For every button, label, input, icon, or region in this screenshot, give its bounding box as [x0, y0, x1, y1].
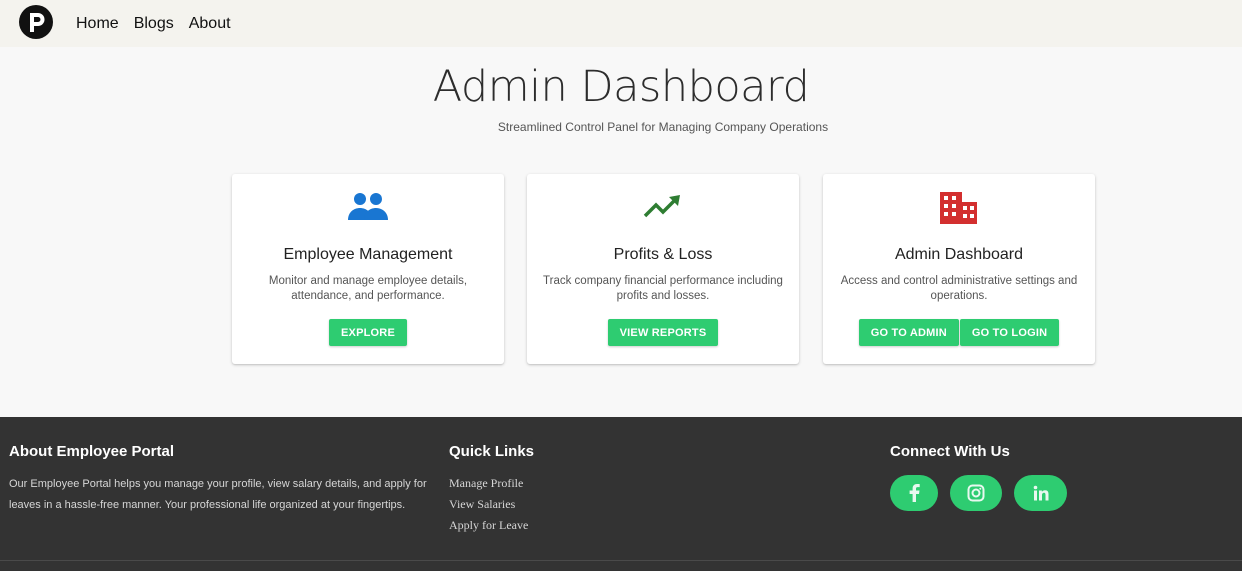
manage-profile-link[interactable]: Manage Profile — [449, 473, 534, 494]
trending-up-icon — [527, 190, 799, 226]
footer-about-text: Our Employee Portal helps you manage you… — [9, 478, 427, 511]
card-buttons: GO TO ADMIN GO TO LOGIN — [823, 319, 1095, 346]
go-to-admin-button[interactable]: GO TO ADMIN — [858, 319, 959, 346]
footer-divider — [0, 560, 1242, 561]
card-title: Employee Management — [283, 246, 453, 263]
footer: About Employee Portal Our Employee Porta… — [0, 417, 1242, 571]
facebook-icon[interactable] — [890, 475, 938, 511]
linkedin-icon[interactable] — [1014, 475, 1067, 511]
apply-for-leave-link[interactable]: Apply for Leave — [449, 515, 534, 536]
view-reports-button[interactable]: VIEW REPORTS — [607, 319, 719, 346]
explore-button[interactable]: EXPLORE — [329, 319, 407, 346]
nav-about-link[interactable]: About — [189, 14, 231, 34]
card-title: Profits & Loss — [613, 246, 713, 263]
card-buttons: EXPLORE — [232, 319, 504, 346]
footer-links-heading: Quick Links — [449, 443, 535, 460]
building-icon — [823, 190, 1095, 226]
card-description: Access and control administrative settin… — [840, 275, 1078, 302]
nav-home-link[interactable]: Home — [76, 14, 119, 34]
instagram-icon[interactable] — [950, 475, 1002, 511]
card-description: Track company financial performance incl… — [543, 275, 783, 302]
footer-about-heading: About Employee Portal — [9, 443, 175, 460]
page-title: Admin Dashboard — [432, 62, 810, 112]
social-buttons — [890, 475, 1067, 511]
go-to-login-button[interactable]: GO TO LOGIN — [959, 319, 1060, 346]
card-description: Monitor and manage employee details, att… — [268, 275, 468, 302]
navbar: Home Blogs About — [0, 0, 1242, 47]
page-subtitle: Streamlined Control Panel for Managing C… — [497, 120, 829, 134]
card-buttons: VIEW REPORTS — [527, 319, 799, 346]
nav-blogs-link[interactable]: Blogs — [134, 14, 174, 34]
footer-connect-heading: Connect With Us — [890, 443, 1010, 460]
profits-loss-card: Profits & Loss Track company financial p… — [527, 174, 799, 364]
view-salaries-link[interactable]: View Salaries — [449, 494, 534, 515]
footer-connect-section: Connect With Us — [890, 443, 1067, 511]
card-title: Admin Dashboard — [894, 246, 1024, 263]
footer-quick-links-section: Quick Links Manage Profile View Salaries… — [449, 443, 534, 536]
people-icon — [232, 190, 504, 226]
footer-about-section: About Employee Portal Our Employee Porta… — [9, 443, 429, 516]
admin-dashboard-card: Admin Dashboard Access and control admin… — [823, 174, 1095, 364]
portal-logo-icon[interactable] — [19, 5, 53, 39]
employee-management-card: Employee Management Monitor and manage e… — [232, 174, 504, 364]
quick-links-list: Manage Profile View Salaries Apply for L… — [449, 473, 534, 536]
nav-links: Home Blogs About — [76, 14, 246, 34]
